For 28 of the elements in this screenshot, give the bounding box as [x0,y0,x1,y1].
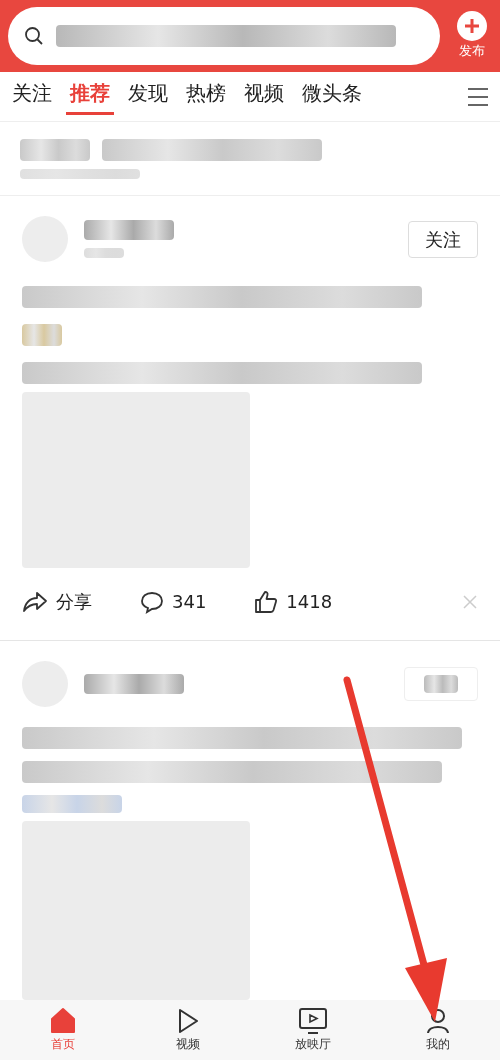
blurred-text [84,248,124,258]
comment-button[interactable]: 341 [140,588,207,615]
category-tab[interactable]: 微头条 [298,78,366,115]
blurred-text [424,675,458,693]
speech-bubble-icon [140,589,164,614]
search-field[interactable] [8,7,440,65]
share-icon [22,590,48,613]
nav-tab[interactable]: 首页 [27,1007,98,1053]
blurred-text [22,324,62,346]
category-tab[interactable]: 发现 [124,78,172,115]
user-icon [424,1007,451,1035]
follow-button[interactable]: 关注 [408,220,478,258]
category-tab[interactable]: 关注 [8,78,56,115]
nav-tab[interactable]: 视频 [152,1007,223,1053]
publish-button[interactable]: 发布 [452,11,492,61]
nav-tab[interactable]: 我的 [402,1007,473,1053]
home-icon [48,1007,77,1035]
category-tab[interactable]: 热榜 [182,78,230,115]
search-icon [24,26,44,46]
tv-icon [297,1007,328,1035]
blurred-text [20,138,90,161]
category-tab[interactable]: 视频 [240,78,288,115]
thumbs-up-icon [254,589,279,614]
share-button[interactable]: 分享 [22,588,92,615]
category-tab[interactable]: 推荐 [66,78,114,115]
like-button[interactable]: 1418 [254,588,333,615]
plus-icon [457,11,487,42]
nav-tab[interactable]: 放映厅 [277,1007,348,1053]
